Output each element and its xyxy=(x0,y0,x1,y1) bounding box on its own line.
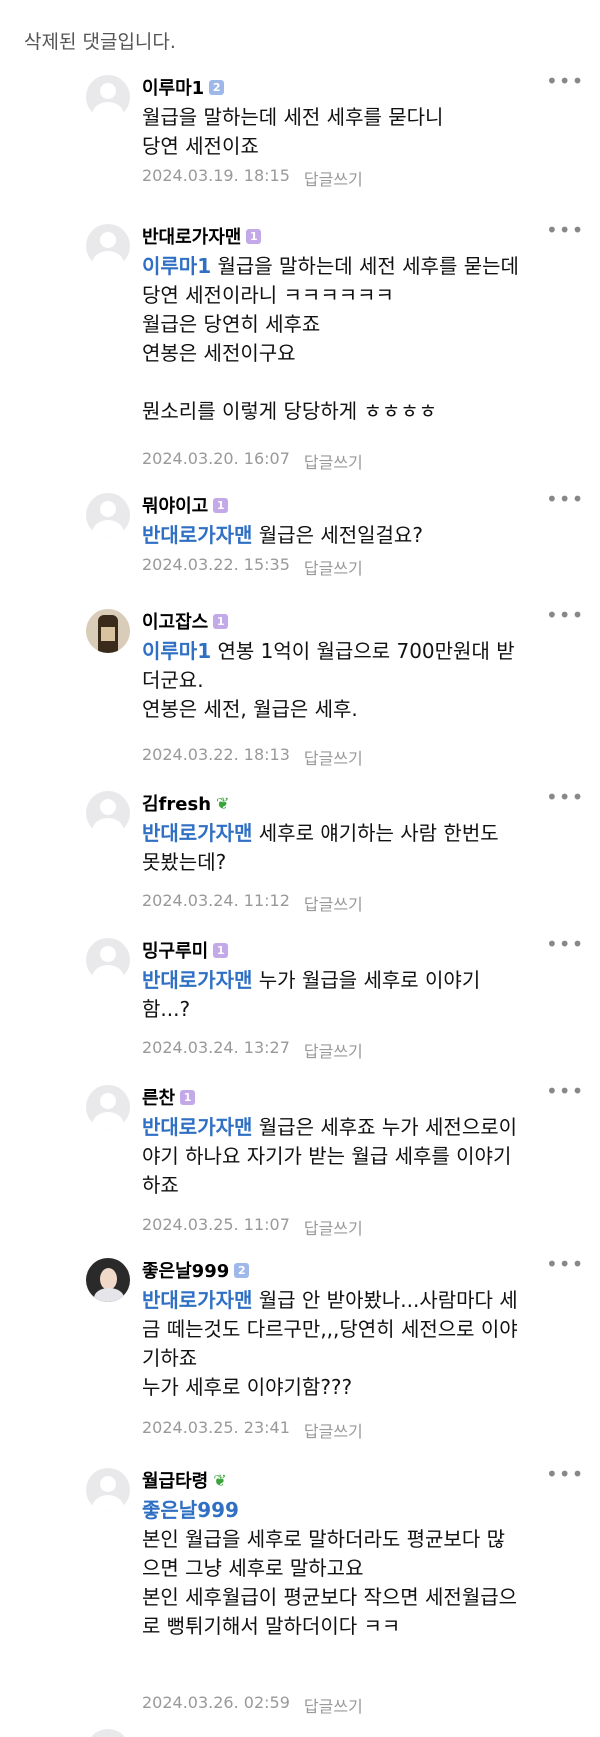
mention-link[interactable]: 반대로가자맨 xyxy=(142,821,252,845)
member-level-badge: 1 xyxy=(213,613,229,629)
default-avatar-icon xyxy=(100,1476,116,1492)
avatar[interactable] xyxy=(86,493,130,537)
mention-link[interactable]: 반대로가자맨 xyxy=(142,968,252,992)
avatar[interactable] xyxy=(86,1729,130,1737)
more-options-button[interactable]: ••• xyxy=(546,1081,583,1105)
member-level-badge: 1 xyxy=(213,497,229,513)
comment-text: 좋은날999 본인 월급을 세후로 말하더라도 평균보다 많 으면 그냥 세후로… xyxy=(142,1496,566,1641)
profile-photo-icon xyxy=(100,1268,117,1290)
comment-item: 른찬 1 ••• 반대로가자맨 월급은 세후죠 누가 세전으로이 야기 하나요 자… xyxy=(86,1081,583,1238)
mention-link[interactable]: 이루마1 xyxy=(142,254,211,278)
member-level-badge: 1 xyxy=(213,942,229,958)
reply-button[interactable]: 답글쓰기 xyxy=(304,1215,363,1239)
mention-link[interactable]: 이루마1 xyxy=(142,639,211,663)
comment-item: 좋은날999 2 ••• 반대로가자맨 월급 안 받아봤나...사람마다 세 금 … xyxy=(86,1254,583,1443)
default-avatar-icon xyxy=(100,799,116,815)
avatar[interactable] xyxy=(86,609,130,653)
comment-author[interactable]: 반대로가자맨 xyxy=(142,223,241,249)
sprout-icon: ❦ xyxy=(216,793,230,813)
comment-author[interactable]: 른찬 xyxy=(142,1084,175,1110)
reply-button[interactable]: 답글쓰기 xyxy=(304,1038,363,1062)
comment-item: 반대로가자맨 1 ••• 이루마1 월급을 말하는데 세전 세후를 묻는데 당연 … xyxy=(86,220,583,472)
reply-button[interactable]: 답글쓰기 xyxy=(304,166,363,190)
comment-text: 반대로가자맨 월급 안 받아봤나...사람마다 세 금 떼는것도 다르구만,,,… xyxy=(142,1286,566,1402)
comment-text: 반대로가자맨 월급은 세전일걸요? xyxy=(142,521,566,550)
comment-author[interactable]: 좋은날999 xyxy=(142,1257,229,1283)
avatar[interactable] xyxy=(86,1085,130,1129)
more-options-button[interactable]: ••• xyxy=(546,787,583,811)
mention-link[interactable]: 반대로가자맨 xyxy=(142,1288,252,1312)
comment-date: 2024.03.20. 16:07 xyxy=(142,449,290,468)
default-avatar-icon xyxy=(100,946,116,962)
mention-link[interactable]: 반대로가자맨 xyxy=(142,523,252,547)
comment-date: 2024.03.22. 15:35 xyxy=(142,555,290,574)
comment-date: 2024.03.25. 11:07 xyxy=(142,1215,290,1234)
deleted-comment-notice: 삭제된 댓글입니다. xyxy=(24,31,176,53)
comment-text: 반대로가자맨 세후로 얘기하는 사람 한번도 못봤는데? xyxy=(142,819,566,877)
reply-button[interactable]: 답글쓰기 xyxy=(304,891,363,915)
mention-link[interactable]: 좋은날999 xyxy=(142,1498,239,1522)
comment-date: 2024.03.25. 23:41 xyxy=(142,1418,290,1437)
comment-item: 김fresh ❦ ••• 반대로가자맨 세후로 얘기하는 사람 한번도 못봤는데?… xyxy=(86,787,583,916)
default-avatar-icon xyxy=(100,501,116,517)
comment-date: 2024.03.22. 18:13 xyxy=(142,745,290,764)
comment-author[interactable]: 뭐야이고 xyxy=(142,492,208,518)
member-level-badge: 1 xyxy=(246,228,262,244)
comment-body: 월급을 말하는데 세전 세후를 묻다니 당연 세전이죠 xyxy=(142,105,444,158)
comment-item: 이고잡스 1 ••• 이루마1 연봉 1억이 월급으로 700만원대 받 더군요.… xyxy=(86,605,583,768)
comment-author[interactable]: 밍구루미 xyxy=(142,937,208,963)
comment-body: 본인 월급을 세후로 말하더라도 평균보다 많 으면 그냥 세후로 말하고요 본… xyxy=(142,1527,518,1638)
comment-text: 이루마1 월급을 말하는데 세전 세후를 묻는데 당연 세전이라니 ㅋㅋㅋㅋㅋㅋ… xyxy=(142,252,566,426)
comment-item: 뭐야이고 1 ••• 반대로가자맨 월급은 세전일걸요? 2024.03.22. … xyxy=(86,489,583,583)
comment-item-partial xyxy=(86,1729,576,1737)
bottle-photo-icon xyxy=(98,615,118,653)
comment-author[interactable]: 월급타령 xyxy=(142,1467,208,1493)
more-options-button[interactable]: ••• xyxy=(546,934,583,958)
avatar[interactable] xyxy=(86,938,130,982)
comment-date: 2024.03.24. 11:12 xyxy=(142,891,290,910)
more-options-button[interactable]: ••• xyxy=(546,220,583,244)
avatar[interactable] xyxy=(86,75,130,119)
comment-date: 2024.03.26. 02:59 xyxy=(142,1693,290,1712)
comment-text: 반대로가자맨 월급은 세후죠 누가 세전으로이 야기 하나요 자기가 받는 월급… xyxy=(142,1113,566,1200)
reply-button[interactable]: 답글쓰기 xyxy=(304,555,363,579)
member-level-badge: 2 xyxy=(209,79,225,95)
comment-body: 월급을 말하는데 세전 세후를 묻는데 당연 세전이라니 ㅋㅋㅋㅋㅋㅋ 월급은 … xyxy=(142,254,519,423)
more-options-button[interactable]: ••• xyxy=(546,605,583,629)
reply-button[interactable]: 답글쓰기 xyxy=(304,449,363,473)
more-options-button[interactable]: ••• xyxy=(546,1464,583,1488)
comment-text: 월급을 말하는데 세전 세후를 묻다니 당연 세전이죠 xyxy=(142,103,566,161)
member-level-badge: 1 xyxy=(180,1089,196,1105)
reply-button[interactable]: 답글쓰기 xyxy=(304,745,363,769)
more-options-button[interactable]: ••• xyxy=(546,1254,583,1278)
comment-body: 월급은 세전일걸요? xyxy=(252,523,423,547)
reply-button[interactable]: 답글쓰기 xyxy=(304,1693,363,1717)
default-avatar-icon xyxy=(100,1093,116,1109)
comment-item: 밍구루미 1 ••• 반대로가자맨 누가 월급을 세후로 이야기 함...? 20… xyxy=(86,934,583,1063)
more-options-button[interactable]: ••• xyxy=(546,489,583,513)
comment-author[interactable]: 이고잡스 xyxy=(142,608,208,634)
comment-author[interactable]: 이루마1 xyxy=(142,74,204,100)
avatar[interactable] xyxy=(86,791,130,835)
avatar[interactable] xyxy=(86,224,130,268)
comment-item: 월급타령 ❦ ••• 좋은날999 본인 월급을 세후로 말하더라도 평균보다 많… xyxy=(86,1464,583,1716)
reply-button[interactable]: 답글쓰기 xyxy=(304,1418,363,1442)
sprout-icon: ❦ xyxy=(213,1470,227,1490)
more-options-button[interactable]: ••• xyxy=(546,71,583,95)
comment-date: 2024.03.24. 13:27 xyxy=(142,1038,290,1057)
member-level-badge: 2 xyxy=(234,1262,250,1278)
avatar[interactable] xyxy=(86,1468,130,1512)
comment-author[interactable]: 김fresh xyxy=(142,790,211,816)
default-avatar-icon xyxy=(100,232,116,248)
avatar[interactable] xyxy=(86,1258,130,1302)
comment-text: 이루마1 연봉 1억이 월급으로 700만원대 받 더군요. 연봉은 세전, 월… xyxy=(142,637,566,724)
mention-link[interactable]: 반대로가자맨 xyxy=(142,1115,252,1139)
default-avatar-icon xyxy=(100,83,116,99)
comment-item: 이루마1 2 ••• 월급을 말하는데 세전 세후를 묻다니 당연 세전이죠 20… xyxy=(86,71,583,190)
comment-text: 반대로가자맨 누가 월급을 세후로 이야기 함...? xyxy=(142,966,566,1024)
comment-date: 2024.03.19. 18:15 xyxy=(142,166,290,185)
